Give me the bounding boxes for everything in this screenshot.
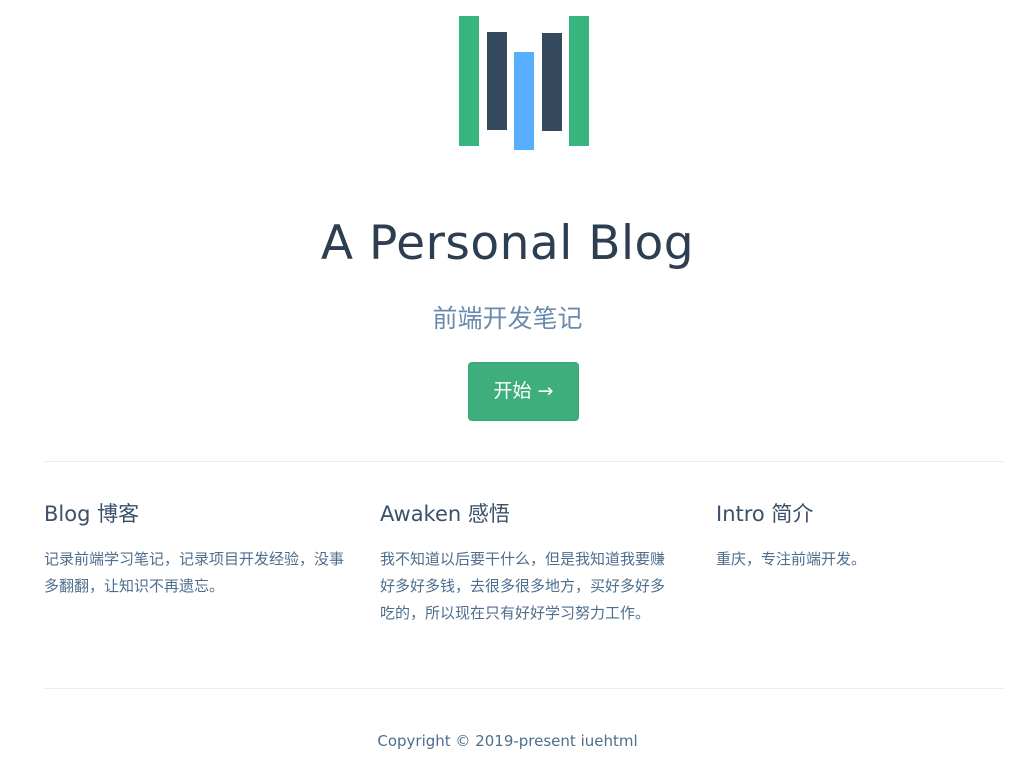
logo-bar-left: [459, 16, 479, 146]
logo-bar-right: [569, 16, 589, 146]
start-button[interactable]: 开始 →: [468, 362, 579, 421]
feature-blog: Blog 博客 记录前端学习笔记，记录项目开发经验，没事多翻翻，让知识不再遗忘。: [44, 499, 344, 600]
footer-divider: [44, 688, 1004, 689]
feature-details: 记录前端学习笔记，记录项目开发经验，没事多翻翻，让知识不再遗忘。: [44, 550, 345, 595]
hero-description: 前端开发笔记: [432, 304, 583, 333]
feature-title: Blog 博客: [44, 502, 140, 526]
feature-details: 我不知道以后要干什么，但是我知道我要赚好多好多钱，去很多很多地方，买好多好多吃的…: [380, 550, 666, 622]
footer-copyright: Copyright © 2019-present iuehtml: [377, 732, 638, 750]
logo-icon: [459, 16, 589, 150]
homepage: A Personal Blog 前端开发笔记 开始 → Blog 博客 记录前端…: [0, 0, 1015, 762]
feature-awaken: Awaken 感悟 我不知道以后要干什么，但是我知道我要赚好多好多钱，去很多很多…: [380, 499, 676, 627]
feature-title: Awaken 感悟: [380, 502, 510, 526]
logo-bar-inner-right: [542, 33, 562, 131]
logo-bar-center: [514, 52, 534, 150]
hero-title: A Personal Blog: [320, 216, 695, 271]
feature-title: Intro 简介: [716, 502, 814, 526]
logo-bar-inner-left: [487, 32, 507, 130]
divider: [44, 461, 1004, 462]
feature-details: 重庆，专注前端开发。: [716, 550, 867, 568]
feature-intro: Intro 简介 重庆，专注前端开发。: [716, 499, 1015, 573]
hero-logo: [459, 16, 589, 150]
